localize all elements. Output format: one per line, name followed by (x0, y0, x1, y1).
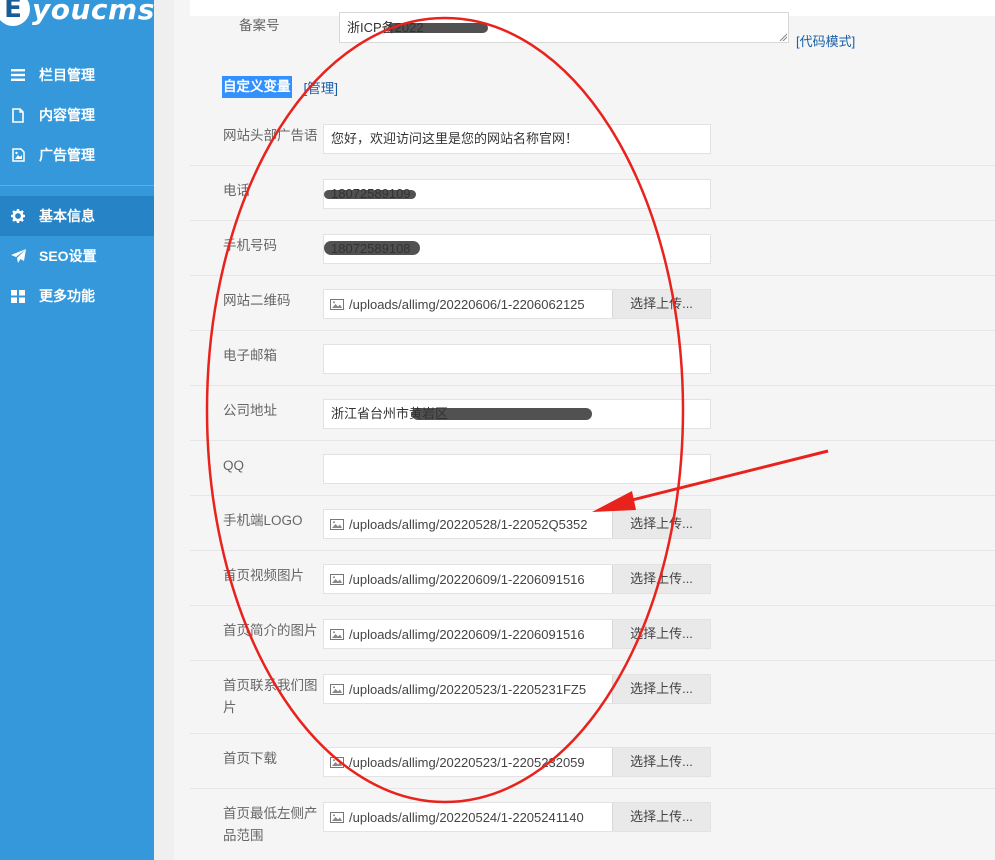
section-custom-vars: 自定义变量 [管理] (222, 76, 338, 98)
form-row-address: 公司地址 浙江省台州市黄岩区 (190, 386, 995, 441)
resize-handle-icon[interactable] (779, 33, 787, 41)
field-label: 首页最低左侧产品范围 (223, 806, 318, 843)
qq-input[interactable] (323, 454, 711, 484)
sidebar-item-label: SEO设置 (39, 248, 97, 264)
beian-textarea[interactable]: 浙ICP备2022 (339, 12, 789, 43)
sidebar-item-label: 基本信息 (39, 208, 95, 224)
field-label: 首页简介的图片 (223, 623, 318, 638)
logo: E youcms (0, 0, 154, 26)
field-label: 网站头部广告语 (223, 128, 318, 143)
field-label: 网站二维码 (223, 293, 291, 308)
field-label: 电子邮箱 (223, 348, 277, 363)
qrcode-upload[interactable]: /uploads/allimg/20220606/1-2206062125 选择… (323, 289, 711, 319)
select-upload-button[interactable]: 选择上传... (612, 803, 710, 831)
picture-icon (330, 628, 344, 640)
field-label: 备案号 (239, 18, 280, 33)
select-upload-button[interactable]: 选择上传... (612, 675, 710, 703)
field-label: 首页联系我们图片 (223, 678, 318, 715)
sidebar-item-label: 广告管理 (39, 147, 95, 163)
field-value: /uploads/allimg/20220609/1-2206091516 (349, 571, 585, 587)
picture-icon (330, 811, 344, 823)
address-input[interactable]: 浙江省台州市黄岩区 (323, 399, 711, 429)
sidebar-item-column[interactable]: 栏目管理 (0, 55, 154, 95)
video-image-upload[interactable]: /uploads/allimg/20220609/1-2206091516 选择… (323, 564, 711, 594)
mobile-logo-upload[interactable]: /uploads/allimg/20220528/1-22052Q5352 选择… (323, 509, 711, 539)
sidebar-divider (0, 185, 154, 186)
sidebar-item-ads[interactable]: 广告管理 (0, 135, 154, 175)
contact-image-upload[interactable]: /uploads/allimg/20220523/1-2205231FZ5 选择… (323, 674, 711, 704)
email-input[interactable] (323, 344, 711, 374)
field-value: /uploads/allimg/20220606/1-2206062125 (349, 296, 585, 312)
select-upload-button[interactable]: 选择上传... (612, 565, 710, 593)
form-row-download: 首页下载 /uploads/allimg/20220523/1-22052320… (190, 734, 995, 789)
sidebar: E youcms 栏目管理 内容管理 广告管理 基本信息 SEO设置 更多功能 (0, 0, 154, 860)
field-label: 手机号码 (223, 238, 277, 253)
field-label: 电话 (223, 183, 250, 198)
logo-mark: E (0, 0, 30, 26)
list-icon (10, 67, 26, 83)
phone-input[interactable]: 18072589109 (323, 179, 711, 209)
field-label: QQ (223, 458, 245, 473)
form-row-video-image: 首页视频图片 /uploads/allimg/20220609/1-220609… (190, 551, 995, 606)
form-row-intro-image: 首页简介的图片 /uploads/allimg/20220609/1-22060… (190, 606, 995, 661)
intro-image-upload[interactable]: /uploads/allimg/20220609/1-2206091516 选择… (323, 619, 711, 649)
download-upload[interactable]: /uploads/allimg/20220523/1-2205232059 选择… (323, 747, 711, 777)
form-row-qrcode: 网站二维码 /uploads/allimg/20220606/1-2206062… (190, 276, 995, 331)
mobile-input[interactable]: 18072589108 (323, 234, 711, 264)
picture-icon (330, 518, 344, 530)
picture-icon (330, 298, 344, 310)
main-content: 备案号 浙ICP备2022 [代码模式] 自定义变量 [管理] 网站头部广告语 … (174, 0, 995, 860)
logo-text: youcms (32, 0, 154, 26)
image-icon (10, 147, 26, 163)
form-row-contact-image: 首页联系我们图片 /uploads/allimg/20220523/1-2205… (190, 661, 995, 734)
sidebar-item-content[interactable]: 内容管理 (0, 95, 154, 135)
field-value: /uploads/allimg/20220523/1-2205232059 (349, 754, 585, 770)
field-label: 首页下载 (223, 751, 277, 766)
sidebar-item-basic-info[interactable]: 基本信息 (0, 196, 154, 236)
form-row-product-range: 首页最低左侧产品范围 /uploads/allimg/20220524/1-22… (190, 789, 995, 860)
paper-plane-icon (10, 248, 26, 264)
form-row-mobile: 手机号码 18072589108 (190, 221, 995, 276)
document-icon (10, 107, 26, 123)
manage-link[interactable]: [管理] (304, 77, 339, 97)
form-row-qq: QQ (190, 441, 995, 496)
field-value: /uploads/allimg/20220523/1-2205231FZ5 (349, 681, 587, 697)
select-upload-button[interactable]: 选择上传... (612, 510, 710, 538)
select-upload-button[interactable]: 选择上传... (612, 290, 710, 318)
sidebar-item-label: 内容管理 (39, 107, 95, 123)
picture-icon (330, 573, 344, 585)
form-row-header-slogan: 网站头部广告语 您好，欢迎访问这里是您的网站名称官网！ (190, 111, 995, 166)
field-value: /uploads/allimg/20220609/1-2206091516 (349, 626, 585, 642)
header-slogan-input[interactable]: 您好，欢迎访问这里是您的网站名称官网！ (323, 124, 711, 154)
form-row-email: 电子邮箱 (190, 331, 995, 386)
sidebar-item-label: 栏目管理 (39, 67, 95, 83)
sidebar-item-label: 更多功能 (39, 288, 95, 304)
field-value: /uploads/allimg/20220524/1-2205241140 (349, 809, 584, 825)
picture-icon (330, 683, 344, 695)
sidebar-item-more[interactable]: 更多功能 (0, 276, 154, 316)
select-upload-button[interactable]: 选择上传... (612, 620, 710, 648)
gutter (154, 0, 174, 860)
form-row-mobile-logo: 手机端LOGO /uploads/allimg/20220528/1-22052… (190, 496, 995, 551)
form-row-phone: 电话 18072589109 (190, 166, 995, 221)
gear-icon (10, 208, 26, 224)
field-label: 首页视频图片 (223, 568, 304, 583)
field-label: 公司地址 (223, 403, 277, 418)
sidebar-item-seo[interactable]: SEO设置 (0, 236, 154, 276)
code-mode-link[interactable]: [代码模式] (796, 31, 855, 50)
section-title: 自定义变量 (222, 76, 292, 98)
product-range-upload[interactable]: /uploads/allimg/20220524/1-2205241140 选择… (323, 802, 711, 832)
grid-icon (10, 288, 26, 304)
field-label: 手机端LOGO (223, 513, 303, 528)
picture-icon (330, 756, 344, 768)
select-upload-button[interactable]: 选择上传... (612, 748, 710, 776)
field-value: /uploads/allimg/20220528/1-22052Q5352 (349, 516, 588, 532)
form-row-beian: 备案号 浙ICP备2022 [代码模式] (190, 0, 995, 60)
